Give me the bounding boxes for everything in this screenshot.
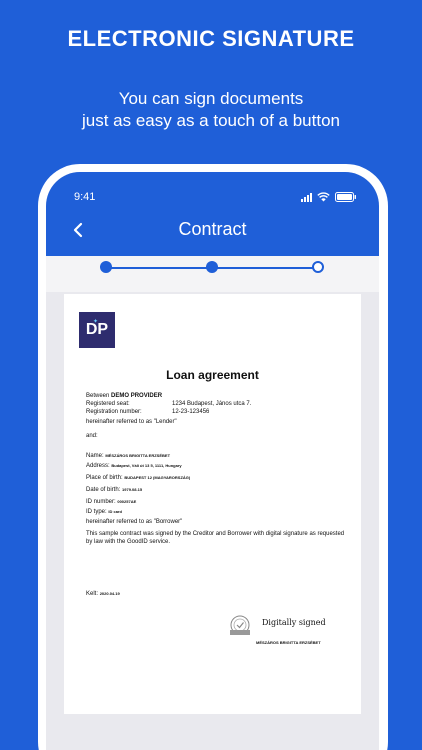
provider-name: DEMO PROVIDER bbox=[111, 393, 163, 399]
logo-dots-icon: ✦ bbox=[93, 319, 99, 325]
registered-seat-value: 1234 Budapest, János utca 7. bbox=[172, 401, 252, 407]
status-icons bbox=[301, 192, 357, 202]
step-3-dot bbox=[312, 261, 324, 273]
document-title: Loan agreement bbox=[166, 368, 259, 382]
id-number-label: ID number: bbox=[86, 499, 116, 505]
place-of-birth-line: Place of birth: BUDAPEST 12 (MAGYARORSZÁ… bbox=[86, 474, 190, 482]
status-bar: 9:41 bbox=[74, 191, 357, 207]
battery-icon bbox=[335, 192, 357, 202]
app-bar: 9:41 Contract bbox=[46, 172, 379, 256]
kelt-date: 2020.04.19 bbox=[99, 591, 120, 596]
kelt-line: Kelt: 2020.04.19 bbox=[86, 590, 120, 598]
id-number-line: ID number: 000257AE bbox=[86, 498, 136, 506]
signature-seal-icon bbox=[227, 615, 253, 637]
borrower-line: hereinafter referred to as "Borrower" bbox=[86, 519, 183, 525]
page-title: Contract bbox=[178, 219, 247, 239]
name-value: MÉSZÁROS BRIGITTA ERZSÉBET bbox=[105, 453, 171, 458]
place-of-birth-value: BUDAPEST 12 (MAGYARORSZÁG) bbox=[124, 475, 191, 480]
lender-line: hereinafter referred to as "Lender" bbox=[86, 419, 177, 425]
name-label: Name: bbox=[86, 453, 104, 459]
place-of-birth-label: Place of birth: bbox=[86, 475, 123, 481]
status-time: 9:41 bbox=[74, 191, 96, 203]
contract-paragraph: This sample contract was signed by the C… bbox=[86, 531, 345, 545]
subline-line-2: just as easy as a touch of a button bbox=[82, 111, 340, 130]
id-type-label: ID type: bbox=[86, 509, 107, 515]
digitally-signed-label: Digitally signed bbox=[262, 618, 326, 627]
registration-number-label: Registration number: bbox=[86, 409, 142, 415]
between-label: Between bbox=[86, 393, 110, 399]
name-line: Name: MÉSZÁROS BRIGITTA ERZSÉBET bbox=[86, 452, 170, 460]
step-2-dot bbox=[206, 261, 218, 273]
provider-logo: ✦ DP bbox=[79, 312, 115, 348]
id-type-line: ID type: ID card bbox=[86, 508, 122, 516]
id-number-value: 000257AE bbox=[117, 499, 137, 504]
date-of-birth-line: Date of birth: 1979.08.15 bbox=[86, 486, 142, 494]
contract-document[interactable]: ✦ DP Loan agreement Between DEMO PROVIDE… bbox=[64, 294, 361, 714]
date-of-birth-label: Date of birth: bbox=[86, 487, 121, 493]
date-of-birth-value: 1979.08.15 bbox=[122, 487, 143, 492]
registration-number-line: Registration number: 12-23-123456 bbox=[86, 408, 346, 416]
and-line: and: bbox=[86, 433, 98, 439]
address-line: Address: Budapest, Váli út 13 5, 1111, H… bbox=[86, 462, 182, 470]
wifi-icon bbox=[317, 192, 330, 202]
address-value: Budapest, Váli út 13 5, 1111, Hungary bbox=[111, 463, 182, 468]
between-line: Between DEMO PROVIDER bbox=[86, 392, 162, 400]
id-type-value: ID card bbox=[108, 509, 122, 514]
kelt-label: Kelt: bbox=[86, 591, 99, 597]
headline: ELECTRONIC SIGNATURE bbox=[67, 26, 355, 51]
registered-seat-label: Registered seat: bbox=[86, 401, 130, 407]
phone-screen: 9:41 Contract ✦ DP Loan agreement Betwee… bbox=[46, 172, 379, 750]
registered-seat-line: Registered seat: 1234 Budapest, János ut… bbox=[86, 400, 346, 408]
signal-icon bbox=[301, 192, 312, 202]
step-1-dot bbox=[100, 261, 112, 273]
subline: You can sign documents just as easy as a… bbox=[0, 88, 422, 132]
subline-line-1: You can sign documents bbox=[118, 89, 304, 108]
signer-name: MÉSZÁROS BRIGITTA ERZSÉBET bbox=[256, 640, 321, 645]
address-label: Address: bbox=[86, 463, 110, 469]
registration-number-value: 12-23-123456 bbox=[172, 409, 210, 415]
